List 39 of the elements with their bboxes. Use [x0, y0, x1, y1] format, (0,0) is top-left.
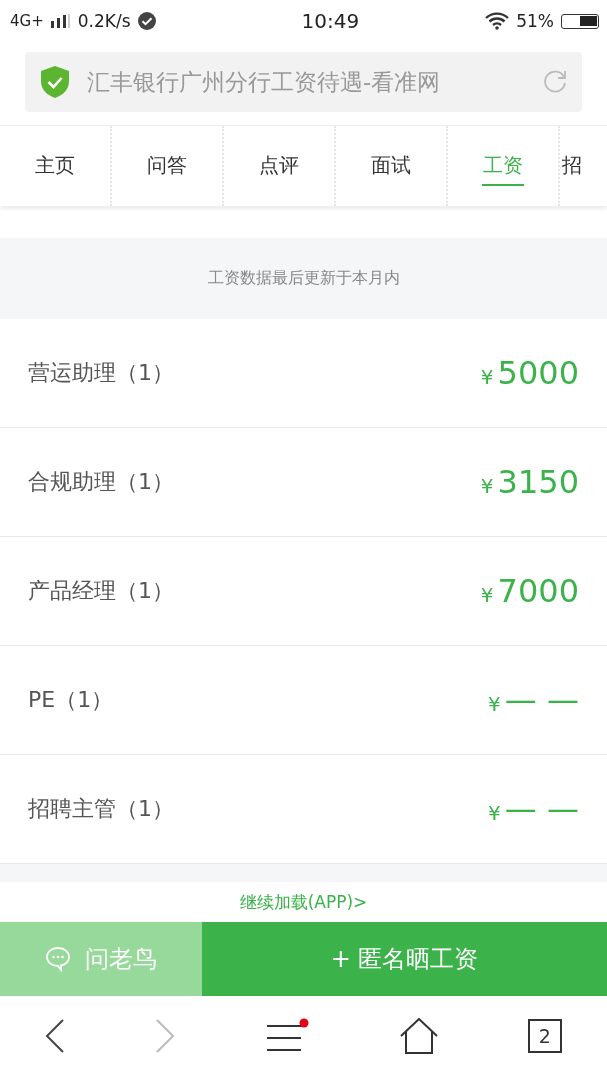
check-icon	[137, 12, 156, 30]
tab[interactable]: 招	[560, 126, 580, 206]
currency-sign: ¥	[480, 365, 494, 389]
home-icon[interactable]	[399, 1018, 438, 1054]
currency-sign: ¥	[488, 692, 501, 716]
clock: 10:49	[301, 9, 360, 33]
salary-row[interactable]: 营运助理（1） ¥5000	[0, 319, 607, 428]
update-note: 工资数据最后更新于本月内	[207, 268, 400, 289]
tab[interactable]: 问答	[112, 126, 224, 206]
job-title: 合规助理（1）	[28, 468, 174, 496]
salary-amount: 7000	[497, 572, 579, 610]
shield-check-icon	[41, 66, 69, 98]
job-title: 营运助理（1）	[28, 359, 174, 387]
network-label: 4G+	[10, 12, 44, 30]
currency-sign: ¥	[480, 583, 494, 607]
signal-icon	[50, 14, 71, 28]
tab-count-button[interactable]: 2	[527, 1019, 562, 1053]
wifi-icon	[485, 12, 510, 30]
tab[interactable]: 主页	[0, 126, 112, 206]
currency-sign: ¥	[488, 801, 501, 825]
menu-icon[interactable]	[265, 1018, 310, 1054]
job-title: 招聘主管（1）	[28, 795, 174, 823]
back-icon[interactable]	[45, 1018, 66, 1054]
salary-row[interactable]: 合规助理（1） ¥3150	[0, 428, 607, 537]
salary-amount: — —	[504, 790, 579, 828]
salary-row[interactable]: 产品经理（1） ¥7000	[0, 537, 607, 646]
salary-amount: 5000	[497, 354, 579, 392]
salary-row[interactable]: PE（1） ¥— —	[0, 646, 607, 755]
chat-icon	[45, 946, 71, 972]
salary-amount: — —	[504, 681, 579, 719]
salary-amount: 3150	[497, 463, 579, 501]
network-speed: 0.2K/s	[77, 11, 131, 31]
tab[interactable]: 点评	[224, 126, 336, 206]
currency-sign: ¥	[480, 474, 494, 498]
job-title: PE（1）	[28, 686, 114, 714]
battery-percent: 51%	[516, 11, 554, 31]
page-title: 汇丰银行广州分行工资待遇-看准网	[87, 67, 442, 97]
battery-icon	[561, 13, 599, 29]
job-title: 产品经理（1）	[28, 577, 174, 605]
